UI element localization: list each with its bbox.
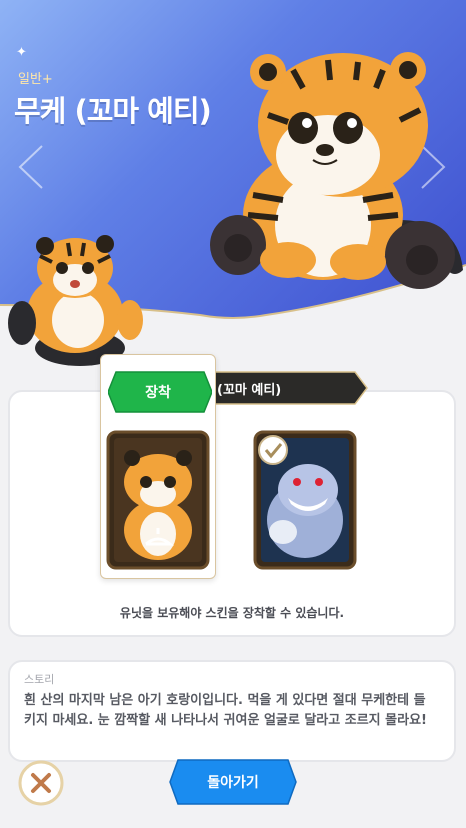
story-label: 스토리 <box>24 673 55 686</box>
equip-notice: 유닛을 보유해야 스킨을 장착할 수 있습니다. <box>119 606 345 620</box>
skin-card-yeti[interactable] <box>253 430 357 570</box>
equip-badge[interactable] <box>108 370 212 414</box>
rarity-label: 일반+ <box>18 72 53 87</box>
tiger-3d-model <box>8 235 143 366</box>
previous-arrow-icon[interactable] <box>16 142 46 192</box>
skin-selection-panel <box>8 390 456 637</box>
sparkle-icon: ✦ <box>16 45 27 60</box>
skin-card-tiger[interactable] <box>106 430 210 570</box>
skin-title: 무케 (꼬마 예티) <box>14 94 212 128</box>
back-button[interactable] <box>168 758 298 806</box>
tiger-character-illustration <box>210 52 463 289</box>
close-button[interactable] <box>18 760 64 806</box>
skin-name-ribbon <box>207 371 368 405</box>
story-text: 흰 산의 마지막 남은 아기 호랑이입니다. 먹을 게 있다면 절대 무케한테 … <box>24 693 427 728</box>
